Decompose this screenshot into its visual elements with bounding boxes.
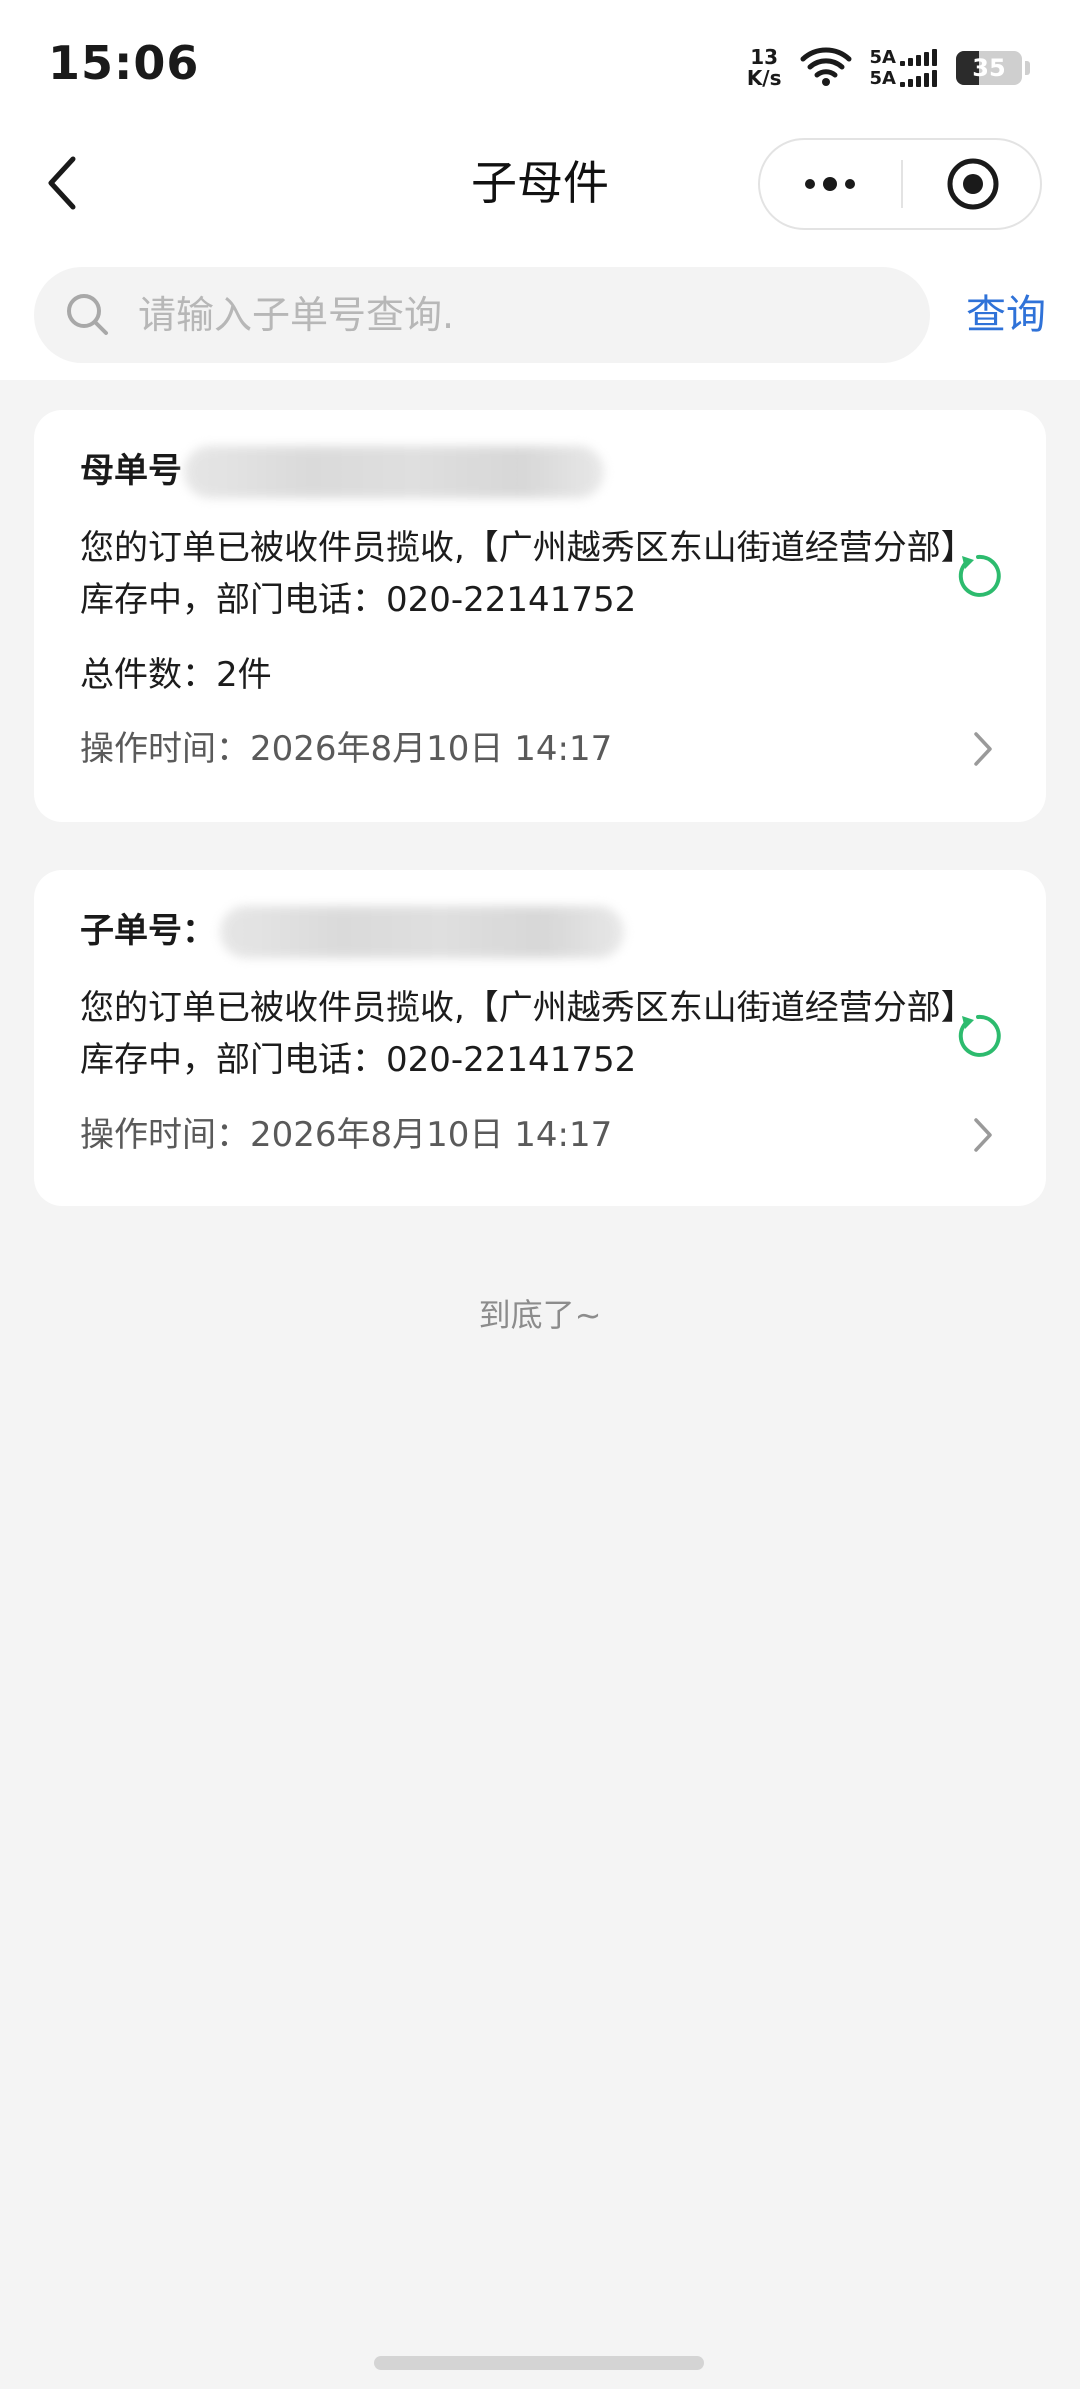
search-button[interactable]: 查询 xyxy=(950,267,1062,363)
search-icon xyxy=(67,294,108,335)
page-title: 子母件 xyxy=(471,156,609,210)
more-button[interactable] xyxy=(760,140,900,228)
card-description-line2: 库存中，部门电话：020-22141752 xyxy=(80,1040,637,1080)
chevron-left-icon xyxy=(48,156,76,210)
sim1-label: 5A xyxy=(869,46,896,68)
sim2-signal-bars xyxy=(900,70,940,87)
child-waybill-label: 子单号： xyxy=(80,911,216,951)
chevron-right-icon xyxy=(974,732,992,766)
wifi-icon xyxy=(800,45,852,91)
child-waybill-number-redacted xyxy=(220,906,624,958)
search-bar xyxy=(34,267,930,363)
home-indicator[interactable] xyxy=(374,2356,704,2370)
chevron-right-icon xyxy=(974,1118,992,1152)
network-speed: 13 K/s xyxy=(747,47,782,89)
card-description-line2: 库存中，部门电话：020-22141752 xyxy=(80,580,637,620)
operation-time: 操作时间：2026年8月10日 14:17 xyxy=(80,729,613,769)
target-circle-icon xyxy=(947,158,998,210)
cellular-signal-icon: 5A 5A xyxy=(870,47,940,89)
status-icons: 13 K/s 5A 5A 35 xyxy=(747,40,1030,96)
mini-program-capsule xyxy=(758,138,1042,230)
close-mini-program-button[interactable] xyxy=(903,140,1042,228)
sim1-signal-bars xyxy=(900,49,940,66)
status-time: 15:06 xyxy=(48,36,200,90)
top-bar: 15:06 13 K/s 5A 5A 35 子母件 请输入子单号查询. 查询 xyxy=(0,0,1080,380)
card-description-line1: 您的订单已被收件员揽收,【广州越秀区东山街道经营分部】 xyxy=(80,528,975,568)
refresh-icon[interactable] xyxy=(954,552,1002,600)
parent-waybill-card[interactable]: 母单号 您的订单已被收件员揽收,【广州越秀区东山街道经营分部】 库存中，部门电话… xyxy=(34,410,1046,822)
total-count: 总件数：2件 xyxy=(80,655,272,695)
refresh-icon[interactable] xyxy=(954,1012,1002,1060)
card-description-line1: 您的订单已被收件员揽收,【广州越秀区东山街道经营分部】 xyxy=(80,988,975,1028)
more-dots-icon xyxy=(805,177,855,191)
sim2-label: 5A xyxy=(869,67,896,89)
operation-time: 操作时间：2026年8月10日 14:17 xyxy=(80,1115,613,1155)
end-of-list-text: 到底了~ xyxy=(478,1296,602,1334)
back-button[interactable] xyxy=(34,150,90,216)
battery-icon: 35 xyxy=(956,51,1022,85)
network-speed-value: 13 xyxy=(750,45,779,69)
battery-level: 35 xyxy=(972,54,1006,82)
search-input[interactable] xyxy=(138,267,898,363)
child-waybill-card[interactable]: 子单号： 您的订单已被收件员揽收,【广州越秀区东山街道经营分部】 库存中，部门电… xyxy=(34,870,1046,1206)
battery-tip xyxy=(1025,61,1030,75)
network-speed-unit: K/s xyxy=(746,66,782,90)
parent-waybill-number-redacted xyxy=(184,446,604,498)
parent-waybill-label: 母单号 xyxy=(80,451,182,491)
